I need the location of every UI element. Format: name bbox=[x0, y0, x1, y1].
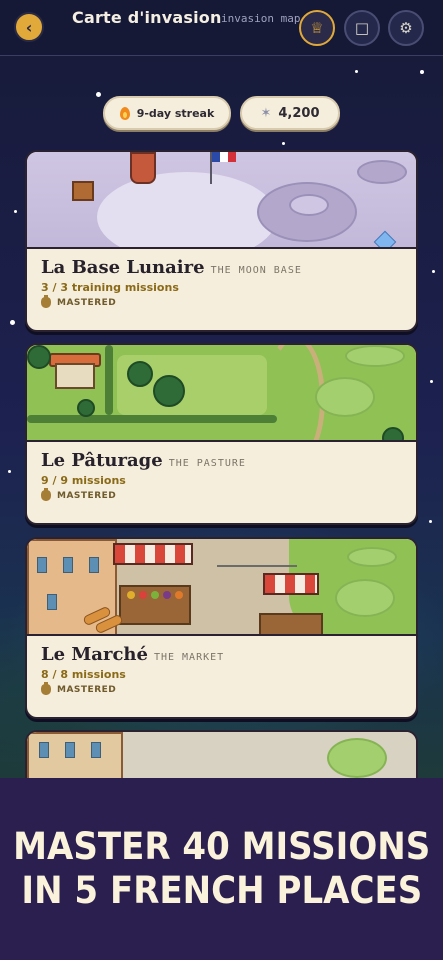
promo-headline-line-1: MASTER 40 MISSIONS bbox=[12, 825, 431, 868]
star-decoration bbox=[282, 142, 285, 145]
star-decoration bbox=[10, 320, 15, 325]
moon-base-illustration bbox=[27, 152, 416, 249]
mission-progress: 8 / 8 missions bbox=[41, 668, 126, 681]
star-decoration bbox=[14, 210, 17, 213]
status-badge: MASTERED bbox=[41, 295, 402, 308]
streak-label: 9-day streak bbox=[136, 106, 215, 120]
book-icon: □ bbox=[354, 19, 370, 37]
points-value: 4,200 bbox=[278, 105, 320, 121]
place-card-market[interactable]: Le Marché THE MARKET 8 / 8 missions MASTE… bbox=[25, 537, 418, 719]
status-badge: MASTERED bbox=[41, 488, 402, 501]
promo-headline-line-2: IN 5 FRENCH PLACES bbox=[21, 869, 422, 912]
star-decoration bbox=[355, 70, 358, 73]
status-badge: MASTERED bbox=[41, 682, 402, 695]
back-button[interactable]: ‹ bbox=[14, 12, 44, 42]
status-label: MASTERED bbox=[57, 297, 117, 308]
book-button[interactable]: □ bbox=[344, 10, 380, 46]
place-english-name: THE MARKET bbox=[153, 652, 225, 663]
back-arrow-icon: ‹ bbox=[25, 17, 33, 37]
settings-button[interactable]: ⚙ bbox=[388, 10, 424, 46]
star-decoration bbox=[8, 470, 11, 473]
points-badge: ✶ 4,200 bbox=[240, 96, 340, 130]
place-english-name: THE PASTURE bbox=[168, 458, 246, 469]
status-label: MASTERED bbox=[57, 490, 117, 501]
pasture-illustration bbox=[27, 345, 416, 442]
money-bag-icon bbox=[41, 295, 51, 308]
streak-badge: 9-day streak bbox=[103, 96, 231, 130]
star-decoration bbox=[432, 270, 435, 273]
star-decoration bbox=[96, 92, 101, 97]
place-name: Le Marché bbox=[41, 644, 148, 665]
place-card-pasture[interactable]: Le Pâturage THE PASTURE 9 / 9 missions MA… bbox=[25, 343, 418, 525]
star-decoration bbox=[430, 380, 433, 383]
top-bar: ‹ Carte d'invasion invasion map ♕ □ ⚙ bbox=[0, 0, 443, 56]
medal-icon: ✶ bbox=[260, 105, 272, 121]
french-flag bbox=[212, 152, 236, 162]
mission-progress: 9 / 9 missions bbox=[41, 474, 126, 487]
money-bag-icon bbox=[41, 488, 51, 501]
flame-icon bbox=[119, 106, 130, 120]
star-decoration bbox=[420, 70, 424, 74]
place-name: Le Pâturage bbox=[41, 450, 163, 471]
mission-progress: 3 / 3 training missions bbox=[41, 281, 179, 294]
status-label: MASTERED bbox=[57, 684, 117, 695]
place-card-moon-base[interactable]: La Base Lunaire THE MOON BASE 3 / 3 train… bbox=[25, 150, 418, 332]
place-name: La Base Lunaire bbox=[41, 257, 205, 278]
money-bag-icon bbox=[41, 682, 51, 695]
crown-icon: ♕ bbox=[310, 19, 324, 37]
crown-button[interactable]: ♕ bbox=[299, 10, 335, 46]
page-subtitle: invasion map bbox=[221, 12, 301, 25]
market-illustration bbox=[27, 539, 416, 636]
promo-banner: MASTER 40 MISSIONS IN 5 FRENCH PLACES bbox=[0, 778, 443, 960]
place-english-name: THE MOON BASE bbox=[210, 265, 302, 276]
star-decoration bbox=[429, 520, 432, 523]
page-title: Carte d'invasion bbox=[72, 8, 222, 27]
gear-icon: ⚙ bbox=[399, 19, 413, 37]
